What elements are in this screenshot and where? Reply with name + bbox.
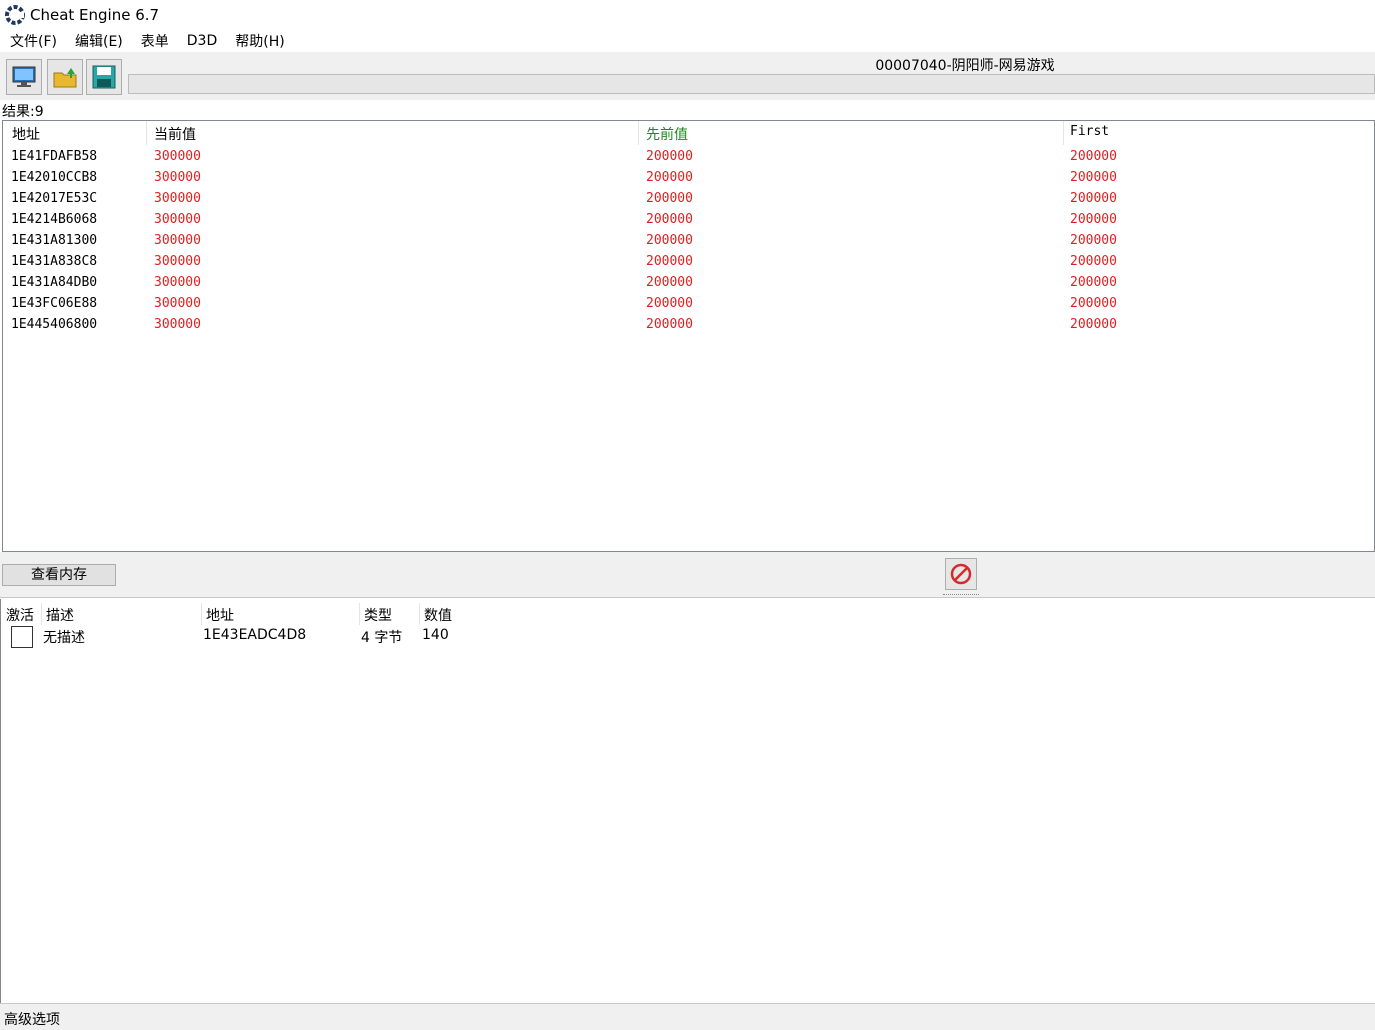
table-row[interactable]: 1E43FC06E88 300000 200000 200000: [3, 294, 1374, 315]
middle-toolbar: 查看内存: [0, 552, 1375, 598]
table-row[interactable]: 1E42017E53C 300000 200000 200000: [3, 189, 1374, 210]
menu-file[interactable]: 文件(F): [10, 31, 57, 51]
process-name-label: 00007040-阴阳师-网易游戏: [875, 58, 1055, 74]
column-header-type[interactable]: 类型: [364, 605, 392, 625]
row-current-value: 300000: [154, 191, 201, 206]
row-first-value: 200000: [1070, 275, 1117, 290]
scan-progress-bar: [128, 74, 1375, 94]
row-address: 1E4214B6068: [11, 212, 98, 227]
row-address: 1E431A84DB0: [11, 275, 98, 290]
column-header-address[interactable]: 地址: [12, 124, 40, 144]
open-file-button[interactable]: [47, 59, 83, 95]
result-count: 结果:9: [2, 104, 44, 120]
row-first-value: 200000: [1070, 233, 1117, 248]
row-address: 1E42017E53C: [11, 191, 98, 206]
window-title: Cheat Engine 6.7: [30, 6, 160, 24]
row-first-value: 200000: [1070, 212, 1117, 227]
row-current-value: 300000: [154, 233, 201, 248]
table-row[interactable]: 1E431A81300 300000 200000 200000: [3, 231, 1374, 252]
column-divider[interactable]: [146, 121, 147, 145]
clear-list-button[interactable]: [945, 558, 977, 590]
row-first-value: 200000: [1070, 317, 1117, 332]
table-row[interactable]: 1E41FDAFB58 300000 200000 200000: [3, 147, 1374, 168]
floppy-disk-icon: [92, 65, 116, 89]
row-address: 1E445406800: [11, 317, 98, 332]
column-divider[interactable]: [359, 603, 360, 625]
status-bar: 高级选项: [0, 1003, 1375, 1030]
row-previous-value: 200000: [646, 275, 693, 290]
row-previous-value: 200000: [646, 254, 693, 269]
toolbar: 00007040-阴阳师-网易游戏: [0, 52, 1375, 100]
menu-d3d[interactable]: D3D: [187, 33, 217, 49]
row-previous-value: 200000: [646, 191, 693, 206]
row-current-value: 300000: [154, 296, 201, 311]
table-row[interactable]: 1E445406800 300000 200000 200000: [3, 315, 1374, 336]
row-first-value: 200000: [1070, 296, 1117, 311]
row-current-value: 300000: [154, 317, 201, 332]
row-previous-value: 200000: [646, 170, 693, 185]
open-process-button[interactable]: [6, 59, 42, 95]
row-address: 1E43EADC4D8: [203, 627, 307, 643]
no-entry-icon: [950, 563, 972, 585]
active-checkbox[interactable]: [11, 626, 33, 648]
splitter-grip[interactable]: [943, 594, 979, 596]
row-current-value: 300000: [154, 149, 201, 164]
column-divider[interactable]: [41, 603, 42, 625]
save-file-button[interactable]: [86, 59, 122, 95]
row-current-value: 300000: [154, 212, 201, 227]
row-previous-value: 200000: [646, 296, 693, 311]
row-first-value: 200000: [1070, 191, 1117, 206]
open-folder-icon: [53, 68, 77, 88]
column-header-description[interactable]: 描述: [46, 605, 74, 625]
row-previous-value: 200000: [646, 212, 693, 227]
scan-results-list[interactable]: 地址 当前值 先前值 First 1E41FDAFB58 300000 2000…: [2, 120, 1375, 552]
menu-edit[interactable]: 编辑(E): [75, 31, 123, 51]
row-description: 无描述: [43, 630, 85, 646]
column-divider[interactable]: [1063, 121, 1064, 145]
row-address: 1E431A838C8: [11, 254, 98, 269]
column-header-current-value[interactable]: 当前值: [154, 124, 196, 144]
column-header-first[interactable]: First: [1070, 124, 1109, 139]
scan-results-header: 地址 当前值 先前值 First: [3, 121, 1374, 145]
column-header-address[interactable]: 地址: [206, 605, 234, 625]
advanced-options-link[interactable]: 高级选项: [4, 1009, 60, 1029]
cheat-engine-logo-icon: [5, 5, 25, 25]
column-divider[interactable]: [201, 603, 202, 625]
row-current-value: 300000: [154, 275, 201, 290]
row-current-value: 300000: [154, 170, 201, 185]
table-row[interactable]: 1E431A838C8 300000 200000 200000: [3, 252, 1374, 273]
table-row[interactable]: 1E42010CCB8 300000 200000 200000: [3, 168, 1374, 189]
address-list-row[interactable]: 无描述 1E43EADC4D8 4 字节 140: [1, 625, 1375, 649]
row-first-value: 200000: [1070, 170, 1117, 185]
row-first-value: 200000: [1070, 149, 1117, 164]
row-current-value: 300000: [154, 254, 201, 269]
row-address: 1E42010CCB8: [11, 170, 98, 185]
menu-help[interactable]: 帮助(H): [235, 31, 284, 51]
title-bar: Cheat Engine 6.7: [0, 0, 1375, 30]
row-address: 1E431A81300: [11, 233, 98, 248]
menu-table[interactable]: 表单: [141, 31, 169, 51]
row-previous-value: 200000: [646, 233, 693, 248]
column-divider[interactable]: [638, 121, 639, 145]
row-previous-value: 200000: [646, 317, 693, 332]
row-value: 140: [422, 627, 449, 643]
address-list[interactable]: 激活 描述 地址 类型 数值 无描述 1E43EADC4D8 4 字节 140: [0, 599, 1375, 1003]
row-address: 1E41FDAFB58: [11, 149, 98, 164]
column-divider[interactable]: [419, 603, 420, 625]
table-row[interactable]: 1E431A84DB0 300000 200000 200000: [3, 273, 1374, 294]
computer-monitor-icon: [12, 66, 36, 87]
menu-bar: 文件(F) 编辑(E) 表单 D3D 帮助(H): [0, 30, 1375, 52]
column-header-previous-value[interactable]: 先前值: [646, 124, 688, 144]
address-list-header: 激活 描述 地址 类型 数值: [1, 601, 1375, 625]
view-memory-button[interactable]: 查看内存: [2, 564, 116, 586]
row-previous-value: 200000: [646, 149, 693, 164]
column-header-active[interactable]: 激活: [6, 605, 34, 625]
row-type: 4 字节: [361, 630, 403, 646]
table-row[interactable]: 1E4214B6068 300000 200000 200000: [3, 210, 1374, 231]
row-first-value: 200000: [1070, 254, 1117, 269]
column-header-value[interactable]: 数值: [424, 605, 452, 625]
row-address: 1E43FC06E88: [11, 296, 98, 311]
